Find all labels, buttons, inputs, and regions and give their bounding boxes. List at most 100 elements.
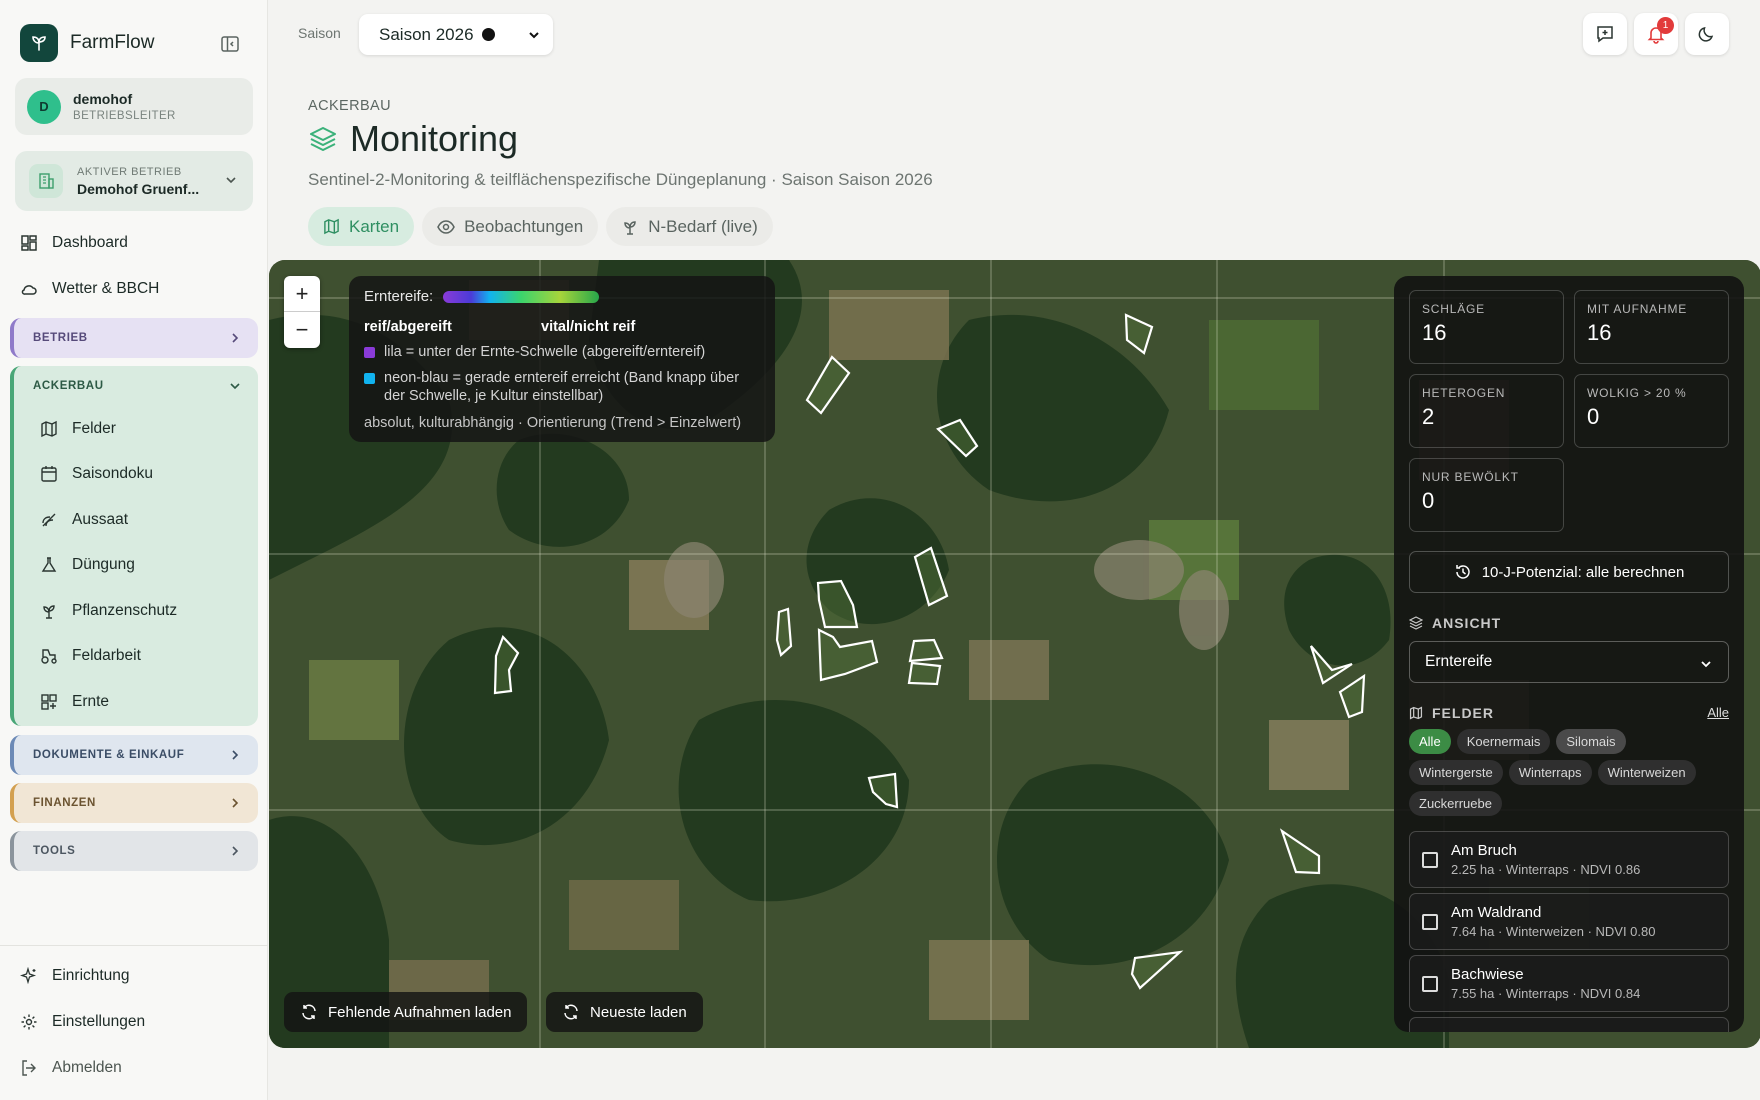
nav-feldarbeit[interactable]: Feldarbeit bbox=[14, 634, 258, 680]
legend-gradient bbox=[443, 290, 600, 303]
chevron-down-icon bbox=[529, 32, 539, 39]
field-meta: 7.64 ha · Winterweizen · NDVI 0.80 bbox=[1451, 924, 1656, 939]
load-latest-button[interactable]: Neueste laden bbox=[546, 992, 703, 1032]
nav-group-ackerbau-label: ACKERBAU bbox=[33, 380, 104, 392]
list-item[interactable]: Am Bruch 2.25 ha · Winterraps · NDVI 0.8… bbox=[1409, 831, 1729, 888]
tab-n-bedarf[interactable]: N-Bedarf (live) bbox=[606, 207, 773, 246]
zoom-in-button[interactable]: + bbox=[284, 276, 320, 312]
nav-dashboard[interactable]: Dashboard bbox=[20, 223, 250, 263]
nav-group-ackerbau: ACKERBAU Felder Saisondoku Aussaat Düngu… bbox=[10, 366, 258, 726]
breadcrumb: ACKERBAU bbox=[308, 98, 391, 114]
notification-badge: 1 bbox=[1657, 17, 1674, 34]
notifications-button[interactable]: 1 bbox=[1634, 13, 1678, 55]
stat-card: HETEROGEN 2 bbox=[1409, 374, 1564, 448]
tabs: Karten Beobachtungen N-Bedarf (live) bbox=[308, 207, 773, 246]
nav-group-betrieb[interactable]: BETRIEB bbox=[10, 318, 258, 358]
map-icon bbox=[1409, 706, 1423, 720]
chevron-down-icon bbox=[230, 383, 240, 390]
tab-karten[interactable]: Karten bbox=[308, 207, 415, 246]
nav-einrichtung[interactable]: Einrichtung bbox=[20, 956, 250, 996]
nav-weather[interactable]: Wetter & BBCH bbox=[20, 269, 250, 309]
collapse-sidebar-icon[interactable] bbox=[218, 32, 242, 56]
moon-icon bbox=[1698, 26, 1714, 42]
nav-einstellungen[interactable]: Einstellungen bbox=[20, 1002, 250, 1042]
avatar: D bbox=[27, 89, 61, 124]
theme-toggle-button[interactable] bbox=[1685, 13, 1729, 55]
field-meta: 2.25 ha · Winterraps · NDVI 0.86 bbox=[1451, 862, 1641, 877]
legend-blue-note: neon-blau = gerade erntereif erreicht (B… bbox=[384, 370, 740, 404]
cloud-sun-icon bbox=[21, 285, 37, 295]
field-name: Am Bruch bbox=[1451, 842, 1517, 859]
season-dot-icon bbox=[481, 28, 495, 41]
sparkles-icon bbox=[20, 967, 37, 985]
fields-heading-label: FELDER bbox=[1432, 705, 1494, 721]
blue-swatch bbox=[364, 373, 375, 384]
nav-pflanzenschutz[interactable]: Pflanzenschutz bbox=[14, 588, 258, 634]
nav-group-betrieb-label: BETRIEB bbox=[33, 332, 88, 344]
chip-winterweizen[interactable]: Winterweizen bbox=[1597, 760, 1696, 785]
chevron-down-icon bbox=[226, 177, 236, 184]
nav-abmelden[interactable]: Abmelden bbox=[20, 1048, 250, 1088]
brand[interactable]: FarmFlow bbox=[20, 24, 154, 62]
farm-switcher[interactable]: AKTIVER BETRIEB Demohof Gruenf... bbox=[15, 151, 253, 211]
compute-potential-button[interactable]: 10-J-Potenzial: alle berechnen bbox=[1409, 551, 1729, 593]
layers-icon bbox=[310, 127, 336, 151]
legend-right-label: vital/nicht reif bbox=[541, 319, 636, 335]
seed-icon bbox=[42, 513, 56, 527]
user-card[interactable]: D demohof BETRIEBSLEITER bbox=[15, 78, 253, 135]
load-missing-label: Fehlende Aufnahmen laden bbox=[328, 1003, 512, 1021]
nav-group-tools[interactable]: TOOLS bbox=[10, 831, 258, 871]
field-checkbox[interactable] bbox=[1422, 975, 1438, 992]
tab-karten-label: Karten bbox=[349, 216, 400, 236]
nav-group-finanzen-label: FINANZEN bbox=[33, 797, 96, 809]
nav-group-doku[interactable]: DOKUMENTE & EINKAUF bbox=[10, 735, 258, 775]
stat-card: SCHLÄGE 16 bbox=[1409, 290, 1564, 364]
sprout-icon bbox=[43, 605, 55, 619]
farm-label: AKTIVER BETRIEB bbox=[77, 165, 182, 178]
crop-filter-chips: Alle Koernermais Silomais Wintergerste W… bbox=[1409, 729, 1709, 816]
satellite-map[interactable]: + − Erntereife: reif/abgereift vital/nic… bbox=[269, 260, 1760, 1048]
stat-card: WOLKIG > 20 % 0 bbox=[1574, 374, 1729, 448]
nav-aussaat[interactable]: Aussaat bbox=[14, 497, 258, 543]
tab-beobachtungen[interactable]: Beobachtungen bbox=[422, 207, 599, 246]
nav-feldarbeit-label: Feldarbeit bbox=[72, 647, 141, 665]
history-icon bbox=[1455, 565, 1470, 579]
chip-zuckerruebe[interactable]: Zuckerruebe bbox=[1409, 791, 1502, 816]
refresh-icon bbox=[302, 1004, 316, 1020]
nav-group-ackerbau-header[interactable]: ACKERBAU bbox=[14, 366, 258, 406]
chip-wintergerste[interactable]: Wintergerste bbox=[1409, 760, 1503, 785]
chip-alle[interactable]: Alle bbox=[1409, 729, 1451, 754]
chip-winterraps[interactable]: Winterraps bbox=[1508, 760, 1592, 785]
chevron-right-icon bbox=[232, 333, 239, 343]
map-icon bbox=[41, 420, 57, 437]
nav-aussaat-label: Aussaat bbox=[72, 510, 129, 528]
sidebar: FarmFlow D demohof BETRIEBSLEITER AKTIVE… bbox=[0, 0, 268, 1100]
map-legend: Erntereife: reif/abgereift vital/nicht r… bbox=[349, 276, 775, 442]
view-select[interactable]: Erntereife bbox=[1409, 641, 1729, 683]
tab-n-bedarf-label: N-Bedarf (live) bbox=[648, 216, 758, 236]
logout-icon bbox=[22, 1060, 36, 1076]
nav-einstellungen-label: Einstellungen bbox=[52, 1013, 146, 1030]
map-icon bbox=[324, 218, 339, 235]
feedback-button[interactable] bbox=[1583, 13, 1627, 55]
nav-ernte[interactable]: Ernte bbox=[14, 679, 258, 725]
list-item[interactable] bbox=[1409, 1017, 1729, 1032]
chip-koernermais[interactable]: Koernermais bbox=[1456, 729, 1551, 754]
nav-duengung[interactable]: Düngung bbox=[14, 543, 258, 589]
list-item[interactable]: Am Waldrand 7.64 ha · Winterweizen · NDV… bbox=[1409, 893, 1729, 950]
harvest-icon bbox=[41, 694, 57, 710]
load-missing-button[interactable]: Fehlende Aufnahmen laden bbox=[284, 992, 528, 1032]
chip-silomais[interactable]: Silomais bbox=[1556, 729, 1626, 754]
nav-einrichtung-label: Einrichtung bbox=[52, 967, 130, 984]
stat-value: 2 bbox=[1422, 404, 1435, 429]
nav-saisondoku[interactable]: Saisondoku bbox=[14, 452, 258, 498]
nav-group-finanzen[interactable]: FINANZEN bbox=[10, 783, 258, 823]
fields-all-link[interactable]: Alle bbox=[1707, 705, 1729, 720]
stat-label: NUR BEWÖLKT bbox=[1422, 470, 1519, 484]
list-item[interactable]: Bachwiese 7.55 ha · Winterraps · NDVI 0.… bbox=[1409, 955, 1729, 1012]
nav-felder[interactable]: Felder bbox=[14, 406, 258, 452]
field-checkbox[interactable] bbox=[1422, 851, 1438, 868]
field-checkbox[interactable] bbox=[1422, 913, 1438, 930]
season-select[interactable]: Saison 2026 bbox=[359, 14, 553, 55]
zoom-out-button[interactable]: − bbox=[284, 312, 320, 348]
